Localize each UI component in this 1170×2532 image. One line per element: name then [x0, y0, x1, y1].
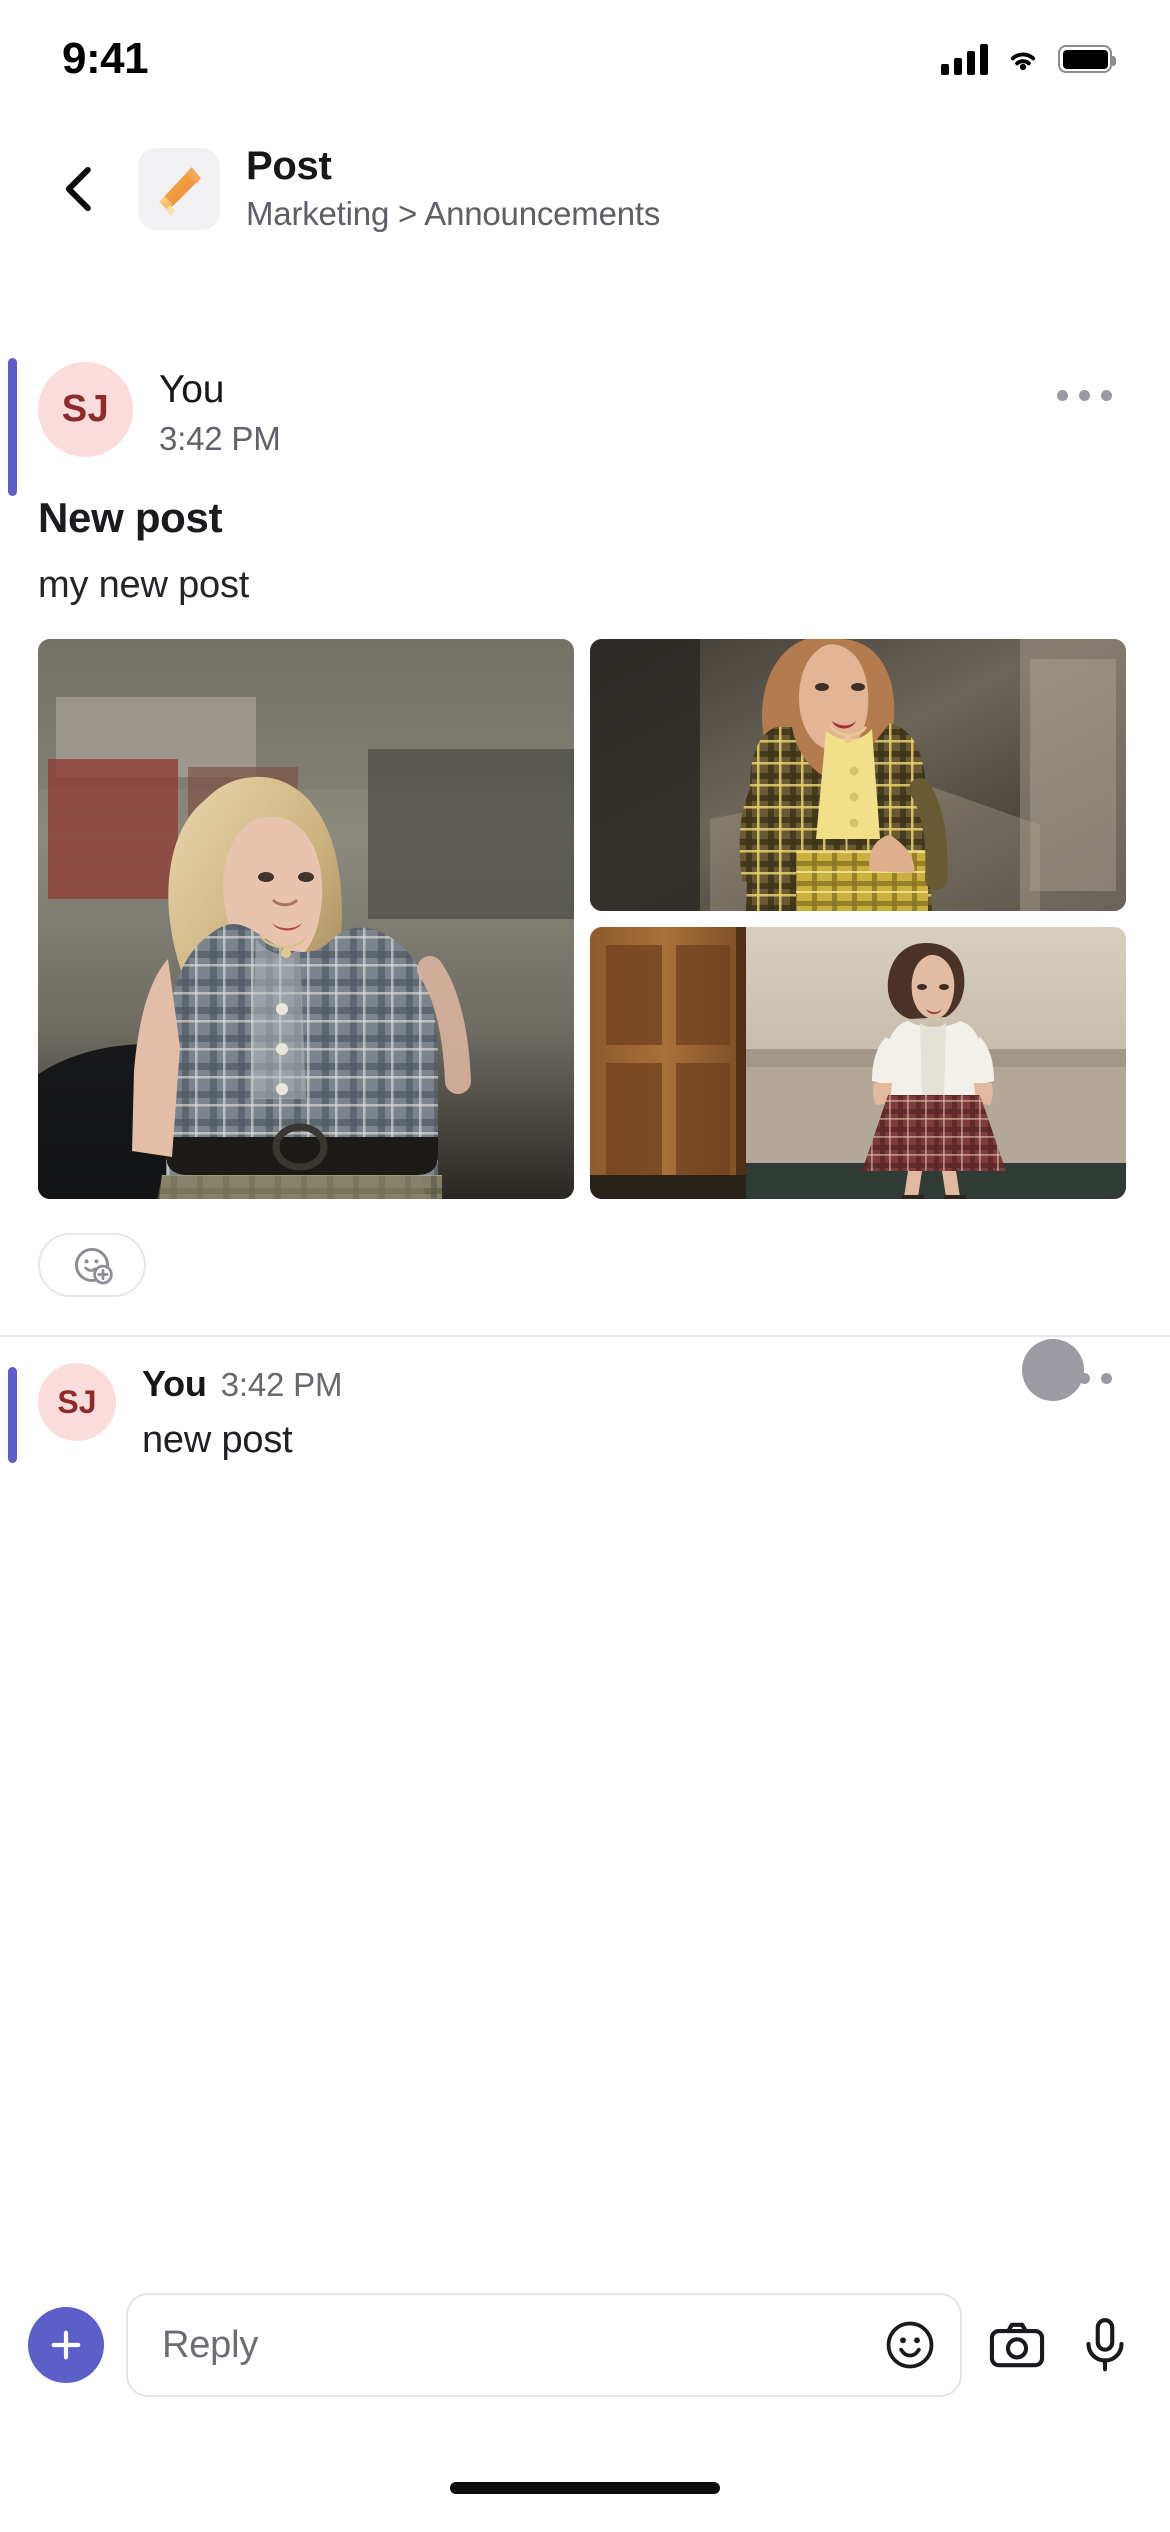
cellular-signal-icon: [941, 43, 988, 75]
avatar-initials: SJ: [57, 1383, 97, 1420]
page-title: Post: [246, 144, 332, 188]
reply-input[interactable]: Reply: [126, 2293, 962, 2397]
message-author: You: [159, 368, 225, 411]
reply-meta: You 3:42 PM: [142, 1363, 342, 1405]
reply-author: You: [142, 1363, 207, 1404]
post-body: my new post: [38, 564, 250, 606]
more-options-icon[interactable]: [1057, 390, 1112, 401]
emoji-smiley-icon: [886, 2321, 934, 2369]
reply-text: new post: [142, 1419, 293, 1461]
breadcrumb[interactable]: Marketing > Announcements: [246, 195, 660, 233]
wifi-icon: [1010, 52, 1036, 71]
add-attachment-button[interactable]: [28, 2307, 104, 2383]
avatar[interactable]: SJ: [38, 362, 133, 457]
microphone-button[interactable]: [1072, 2312, 1138, 2378]
message-meta: You 3:42 PM: [159, 362, 281, 458]
add-reaction-button[interactable]: [38, 1233, 146, 1297]
battery-icon: [1058, 45, 1116, 73]
camera-icon: [989, 2322, 1045, 2368]
reply-accent-bar: [8, 1367, 17, 1463]
header-text-group: Post Marketing > Announcements: [246, 144, 660, 233]
add-reaction-icon: [74, 1247, 113, 1285]
photo-blonde-woman-plaid-shirt[interactable]: [38, 639, 574, 1199]
camera-button[interactable]: [984, 2312, 1050, 2378]
app-screen: 9:41 Post Marketing > Announcements SJ Y…: [0, 0, 1170, 2532]
status-time: 9:41: [62, 34, 149, 83]
message-timestamp: 3:42 PM: [159, 420, 281, 457]
reply-timestamp: 3:42 PM: [220, 1366, 343, 1403]
back-button[interactable]: [40, 149, 120, 229]
status-bar: 9:41: [0, 0, 1170, 96]
photo-yellow-plaid-suit[interactable]: [590, 639, 1126, 911]
avatar[interactable]: SJ: [38, 1363, 116, 1441]
reaction-row: [0, 1199, 1170, 1297]
reply-placeholder: Reply: [162, 2323, 259, 2366]
chevron-left-icon: [65, 166, 91, 211]
message-accent-bar: [8, 358, 17, 496]
message-header: SJ You 3:42 PM: [0, 340, 1170, 458]
emoji-button[interactable]: [882, 2317, 938, 2373]
megaphone-icon: [138, 147, 220, 230]
status-icons: [941, 43, 1116, 75]
avatar-initials: SJ: [61, 388, 110, 430]
reply-item: SJ You 3:42 PM new post: [0, 1337, 1170, 1463]
plus-icon: [51, 2330, 81, 2360]
photo-burgundy-plaid-skirt[interactable]: [590, 927, 1126, 1199]
reply-composer: Reply: [0, 2270, 1170, 2420]
page-header: Post Marketing > Announcements: [0, 96, 1170, 281]
reply-content: You 3:42 PM new post: [142, 1363, 342, 1462]
touch-point-indicator: [1022, 1339, 1084, 1401]
post-message: SJ You 3:42 PM New post my new post SJ Y…: [0, 340, 1170, 1463]
post-title: New post: [38, 494, 223, 541]
attachment-collage: [38, 639, 1132, 1199]
home-indicator: [450, 2482, 720, 2494]
microphone-icon: [1086, 2318, 1124, 2372]
